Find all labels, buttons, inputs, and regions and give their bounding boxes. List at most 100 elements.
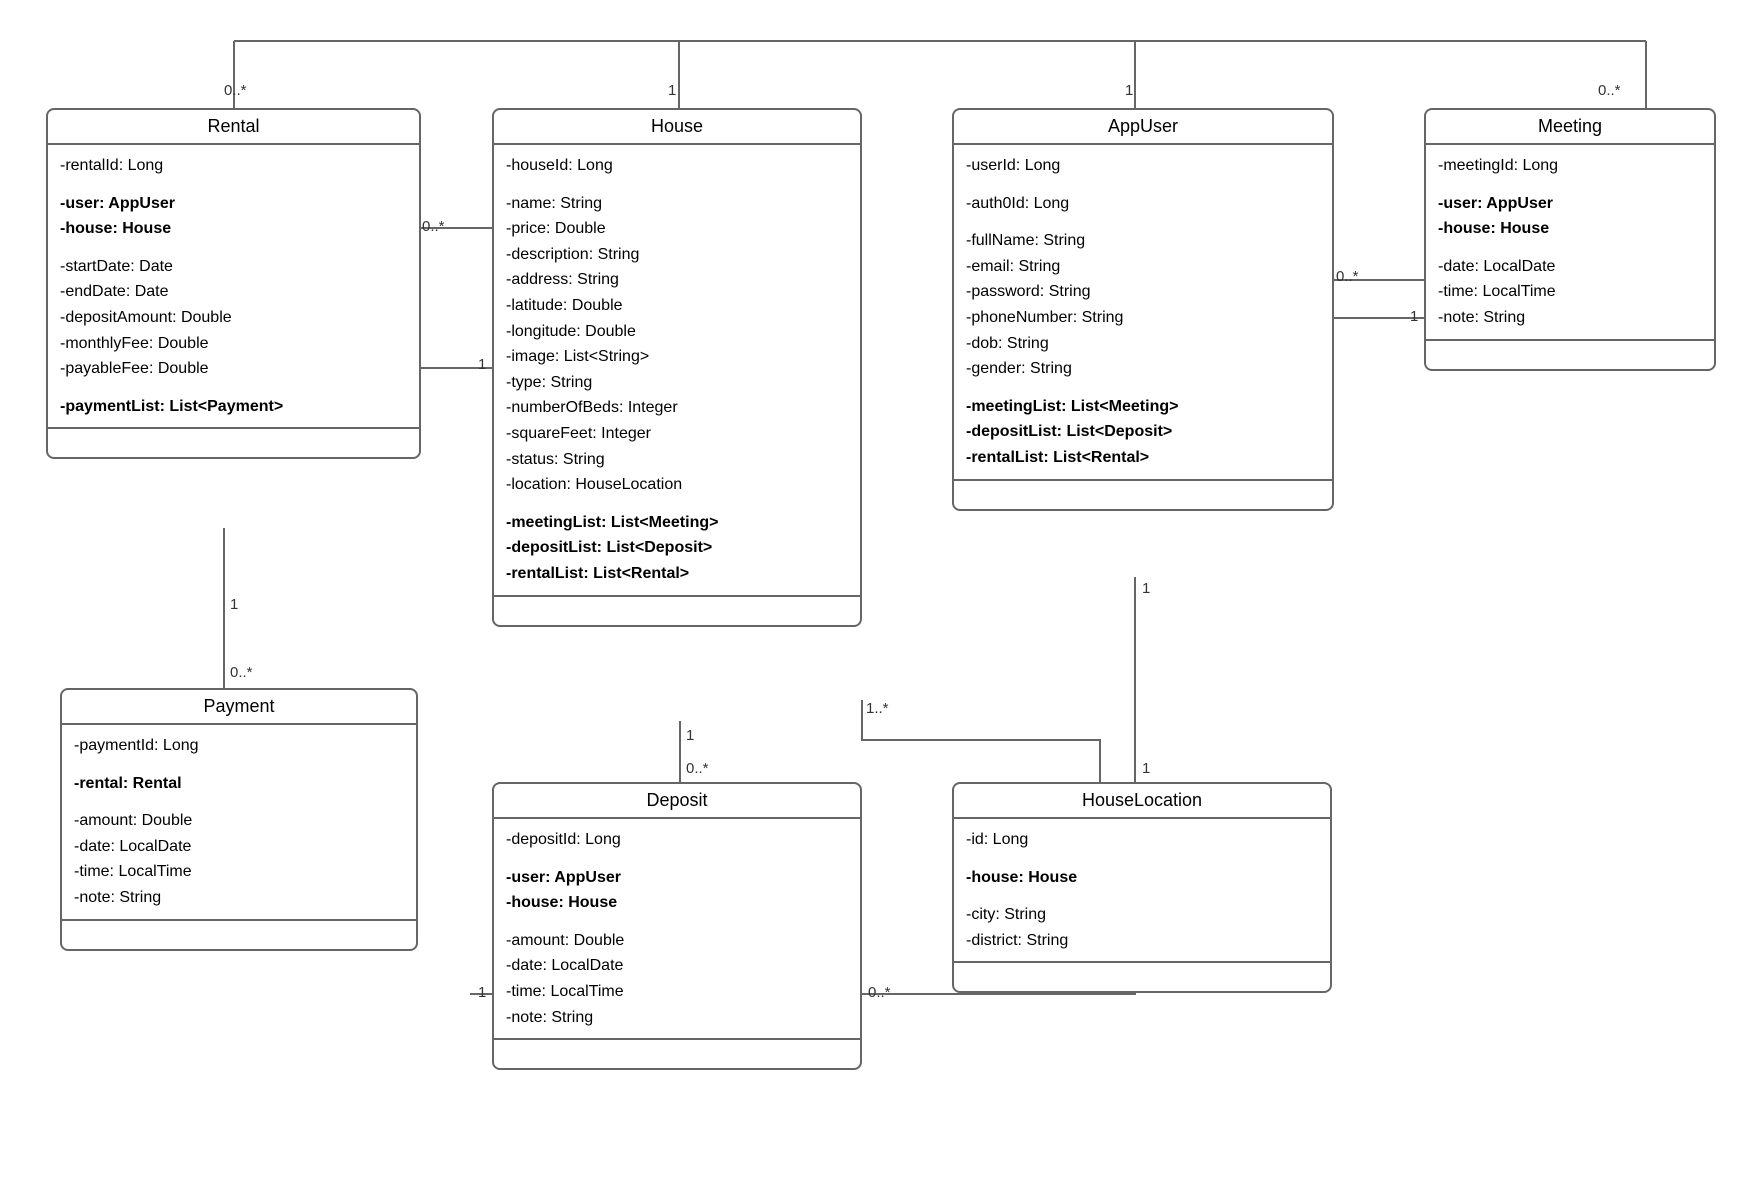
class-footer bbox=[1426, 341, 1714, 369]
mult-house-top: 1 bbox=[668, 82, 676, 99]
class-attribute: -house: House bbox=[1438, 216, 1702, 242]
class-attribute: -image: List<String> bbox=[506, 344, 848, 370]
class-attribute: -startDate: Date bbox=[60, 254, 407, 280]
class-attribute: -meetingId: Long bbox=[1438, 153, 1702, 179]
class-attribute: -fullName: String bbox=[966, 228, 1320, 254]
class-attribute: -time: LocalTime bbox=[506, 979, 848, 1005]
class-attribute: -rentalList: List<Rental> bbox=[506, 561, 848, 587]
class-house: House -houseId: Long -name: String-price:… bbox=[492, 108, 862, 627]
class-footer bbox=[954, 963, 1330, 991]
class-attribute: -rentalList: List<Rental> bbox=[966, 445, 1320, 471]
class-attribute: -user: AppUser bbox=[60, 191, 407, 217]
class-attribute: -time: LocalTime bbox=[1438, 279, 1702, 305]
class-attribute: -meetingList: List<Meeting> bbox=[966, 394, 1320, 420]
class-footer bbox=[954, 481, 1332, 509]
class-attribute: -house: House bbox=[506, 890, 848, 916]
class-attribute: -payableFee: Double bbox=[60, 356, 407, 382]
class-attribute: -password: String bbox=[966, 279, 1320, 305]
class-title: HouseLocation bbox=[954, 784, 1330, 819]
mult-meeting-top: 0..* bbox=[1598, 82, 1621, 99]
class-title: House bbox=[494, 110, 860, 145]
class-houselocation: HouseLocation -id: Long -house: House -cit… bbox=[952, 782, 1332, 993]
class-attribute: -city: String bbox=[966, 902, 1318, 928]
class-title: Rental bbox=[48, 110, 419, 145]
class-attribute: -house: House bbox=[60, 216, 407, 242]
class-title: Payment bbox=[62, 690, 416, 725]
class-attribute: -date: LocalDate bbox=[506, 953, 848, 979]
class-attribute: -amount: Double bbox=[506, 928, 848, 954]
class-footer bbox=[494, 597, 860, 625]
class-attribute: -address: String bbox=[506, 267, 848, 293]
mult-house-deposit-many: 0..* bbox=[686, 760, 709, 777]
class-body: -depositId: Long -user: AppUser-house: Ho… bbox=[494, 819, 860, 1040]
class-body: -rentalId: Long -user: AppUser-house: Hou… bbox=[48, 145, 419, 429]
class-attribute: -depositId: Long bbox=[506, 827, 848, 853]
mult-appuser-meeting-one: 1 bbox=[1410, 308, 1418, 325]
class-appuser: AppUser -userId: Long -auth0Id: Long -full… bbox=[952, 108, 1334, 511]
class-attribute: -name: String bbox=[506, 191, 848, 217]
class-attribute: -numberOfBeds: Integer bbox=[506, 395, 848, 421]
class-attribute: -meetingList: List<Meeting> bbox=[506, 510, 848, 536]
class-attribute: -amount: Double bbox=[74, 808, 404, 834]
class-rental: Rental -rentalId: Long -user: AppUser-hou… bbox=[46, 108, 421, 459]
class-attribute: -user: AppUser bbox=[1438, 191, 1702, 217]
mult-house-rental-one: 1 bbox=[478, 356, 486, 373]
class-attribute: -endDate: Date bbox=[60, 279, 407, 305]
class-title: Deposit bbox=[494, 784, 860, 819]
class-footer bbox=[62, 921, 416, 949]
class-attribute: -price: Double bbox=[506, 216, 848, 242]
class-attribute: -houseId: Long bbox=[506, 153, 848, 179]
class-meeting: Meeting -meetingId: Long -user: AppUser-h… bbox=[1424, 108, 1716, 371]
class-attribute: -auth0Id: Long bbox=[966, 191, 1320, 217]
mult-appuser-top: 1 bbox=[1125, 82, 1133, 99]
class-title: AppUser bbox=[954, 110, 1332, 145]
class-attribute: -note: String bbox=[506, 1005, 848, 1031]
class-attribute: -depositList: List<Deposit> bbox=[966, 419, 1320, 445]
class-attribute: -email: String bbox=[966, 254, 1320, 280]
class-attribute: -depositList: List<Deposit> bbox=[506, 535, 848, 561]
class-attribute: -latitude: Double bbox=[506, 293, 848, 319]
class-attribute: -dob: String bbox=[966, 331, 1320, 357]
mult-house-deposit-one: 1 bbox=[686, 727, 694, 744]
class-footer bbox=[48, 429, 419, 457]
class-body: -paymentId: Long-rental: Rental-amount: … bbox=[62, 725, 416, 921]
mult-house-housel-oneR: 1 bbox=[1142, 760, 1150, 777]
class-body: -houseId: Long -name: String-price: Doubl… bbox=[494, 145, 860, 597]
class-body: -userId: Long -auth0Id: Long -fullName: St… bbox=[954, 145, 1332, 481]
class-attribute: -type: String bbox=[506, 370, 848, 396]
class-attribute: -paymentList: List<Payment> bbox=[60, 394, 407, 420]
class-attribute: -paymentId: Long bbox=[74, 733, 404, 759]
class-attribute: -gender: String bbox=[966, 356, 1320, 382]
class-attribute: -date: LocalDate bbox=[1438, 254, 1702, 280]
mult-rental-payment-one: 1 bbox=[230, 596, 238, 613]
class-attribute: -phoneNumber: String bbox=[966, 305, 1320, 331]
class-body: -id: Long -house: House -city: String-dist… bbox=[954, 819, 1330, 963]
class-attribute: -note: String bbox=[74, 885, 404, 911]
class-attribute: -user: AppUser bbox=[506, 865, 848, 891]
mult-appuser-deposit-many: 0..* bbox=[868, 984, 891, 1001]
class-attribute: -depositAmount: Double bbox=[60, 305, 407, 331]
class-body: -meetingId: Long -user: AppUser-house: Ho… bbox=[1426, 145, 1714, 341]
class-title: Meeting bbox=[1426, 110, 1714, 145]
mult-house-housel-one: 1..* bbox=[866, 700, 889, 717]
mult-appuser-deposit-one2: 1 bbox=[478, 984, 486, 1001]
class-attribute: -location: HouseLocation bbox=[506, 472, 848, 498]
class-attribute: -squareFeet: Integer bbox=[506, 421, 848, 447]
class-attribute: -date: LocalDate bbox=[74, 834, 404, 860]
class-attribute: -house: House bbox=[966, 865, 1318, 891]
mult-rental-payment-many: 0..* bbox=[230, 664, 253, 681]
class-attribute: -note: String bbox=[1438, 305, 1702, 331]
class-attribute: -district: String bbox=[966, 928, 1318, 954]
class-deposit: Deposit -depositId: Long -user: AppUser-h… bbox=[492, 782, 862, 1070]
class-footer bbox=[494, 1040, 860, 1068]
class-attribute: -status: String bbox=[506, 447, 848, 473]
class-payment: Payment -paymentId: Long-rental: Rental-… bbox=[60, 688, 418, 951]
mult-appuser-deposit-one: 1 bbox=[1142, 580, 1150, 597]
mult-appuser-meeting-left: 0..* bbox=[1336, 268, 1359, 285]
class-attribute: -id: Long bbox=[966, 827, 1318, 853]
class-attribute: -longitude: Double bbox=[506, 319, 848, 345]
uml-canvas: 0..* 1 1 0..* 0..* 1 0..* 1 1 0..* 1 0..… bbox=[0, 0, 1760, 1204]
class-attribute: -rentalId: Long bbox=[60, 153, 407, 179]
mult-house-rental-left: 0..* bbox=[422, 218, 445, 235]
class-attribute: -userId: Long bbox=[966, 153, 1320, 179]
